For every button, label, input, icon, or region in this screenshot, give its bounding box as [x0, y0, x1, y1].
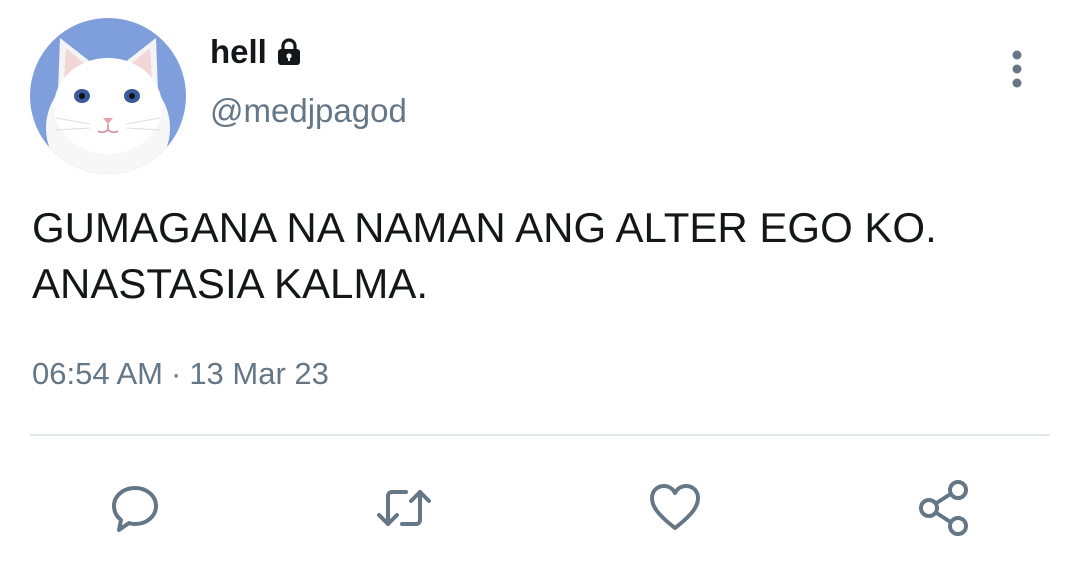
retweet-icon	[377, 490, 431, 526]
more-options-button[interactable]	[996, 44, 1038, 94]
share-button[interactable]	[914, 478, 974, 538]
user-handle[interactable]: @medjpagod	[210, 92, 407, 130]
tweet-time: 06:54 AM	[32, 356, 163, 391]
reply-button[interactable]	[105, 478, 165, 538]
display-name-row[interactable]: hell	[210, 30, 305, 74]
user-avatar[interactable]	[30, 18, 186, 174]
share-icon	[919, 480, 968, 536]
tweet-timestamp[interactable]: 06:54 AM · 13 Mar 23	[32, 356, 329, 392]
lock-icon	[273, 36, 305, 68]
tweet-text: GUMAGANA NA NAMAN ANG ALTER EGO KO. ANAS…	[32, 204, 937, 307]
reply-icon	[112, 486, 158, 532]
like-button[interactable]	[645, 478, 705, 538]
more-vertical-icon	[1012, 50, 1022, 88]
cat-avatar-image	[30, 18, 186, 174]
divider	[30, 434, 1050, 436]
retweet-button[interactable]	[374, 478, 434, 538]
meta-separator: ·	[170, 356, 182, 391]
heart-icon	[650, 484, 700, 530]
tweet-date: 13 Mar 23	[189, 356, 329, 391]
display-name: hell	[210, 33, 267, 70]
tweet-card: hell @medjpagod GUMAGANA NA NAMAN ANG AL…	[0, 0, 1080, 576]
